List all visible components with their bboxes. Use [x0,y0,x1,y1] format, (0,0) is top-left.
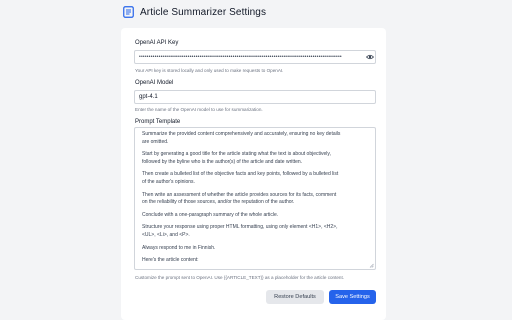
save-settings-button[interactable]: Save Settings [329,290,376,304]
model-label: OpenAI Model [135,80,174,86]
prompt-paragraph: Start by generating a good title for the… [142,151,331,165]
prompt-textarea[interactable]: Summarize the provided content comprehen… [134,127,376,270]
prompt-help: Customize the prompt sent to OpenAI. Use… [135,275,345,280]
api-key-label: OpenAI API Key [135,40,179,46]
eye-icon[interactable] [366,53,374,61]
prompt-paragraph: Then create a bulleted list of the objec… [142,171,339,185]
prompt-paragraph: Here's the article content: [142,257,199,264]
prompt-paragraph: Always respond to me in Finnish. [142,244,216,251]
prompt-paragraph: Conclude with a one-paragraph summary of… [142,211,279,218]
model-help: Enter the name of the OpenAI model to us… [135,107,263,112]
api-key-help: Your API key is stored locally and only … [135,68,284,73]
model-input[interactable]: gpt-4.1 [134,90,376,104]
document-icon [123,6,134,18]
prompt-paragraph: Summarize the provided content comprehen… [142,131,341,145]
prompt-paragraph: Structure your response using proper HTM… [142,224,338,238]
prompt-paragraph: Then write an assessment of whether the … [142,191,337,206]
resize-handle-icon[interactable] [369,263,374,268]
prompt-label: Prompt Template [135,119,181,125]
api-key-input[interactable]: ••••••••••••••••••••••••••••••••••••••••… [134,50,376,64]
page-header: Article Summarizer Settings [123,6,266,18]
restore-defaults-button[interactable]: Restore Defaults [266,290,324,304]
page-title: Article Summarizer Settings [140,6,267,18]
